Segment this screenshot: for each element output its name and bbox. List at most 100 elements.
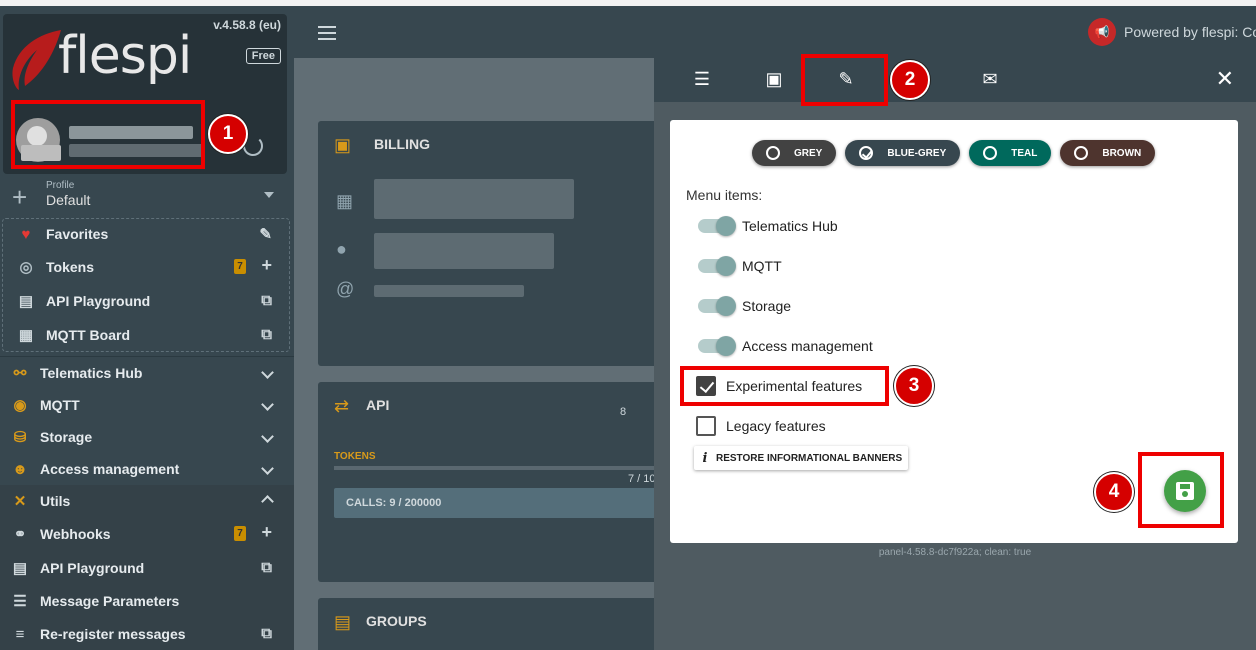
step-badge-2: 2: [890, 60, 930, 100]
sidebar-item-tokens[interactable]: ◎ Tokens 7 +: [0, 251, 294, 283]
open-external-icon[interactable]: ⧉: [261, 326, 272, 343]
sidebar-item-webhooks[interactable]: ⚭ Webhooks 7 +: [0, 518, 294, 550]
toggle-switch[interactable]: [698, 336, 736, 356]
menu-items-label: Menu items:: [686, 187, 763, 203]
theme-teal-button[interactable]: TEAL: [969, 140, 1052, 166]
tokens-progress: [334, 466, 664, 470]
email-icon: @: [336, 279, 355, 299]
sidebar-item-label: Tokens: [46, 259, 94, 275]
sidebar-item-label: Utils: [40, 493, 71, 509]
groups-title: GROUPS: [366, 613, 427, 629]
theme-blue-grey-button[interactable]: BLUE-GREY: [845, 140, 961, 166]
tab-account[interactable]: ☰: [664, 56, 740, 102]
groups-card: ▤ GROUPS: [318, 598, 658, 650]
sidebar-item-message-parameters[interactable]: ☰ Message Parameters: [0, 585, 294, 617]
add-webhook-icon[interactable]: +: [261, 522, 272, 543]
reregister-icon: ≡: [15, 625, 25, 643]
toggle-storage[interactable]: Storage: [698, 294, 791, 318]
toggle-switch[interactable]: [698, 256, 736, 276]
sidebar-item-mqtt-board[interactable]: ▦ MQTT Board ⧉: [0, 319, 294, 351]
annotation-box-1: [11, 100, 205, 169]
restore-banners-button[interactable]: i RESTORE INFORMATIONAL BANNERS: [694, 446, 909, 470]
chevron-down-icon[interactable]: [264, 192, 274, 198]
sidebar-item-label: Access management: [40, 461, 180, 477]
money-icon: ▣: [765, 68, 783, 89]
step-badge-4: 4: [1094, 472, 1134, 512]
checkbox-empty-icon[interactable]: [696, 416, 716, 436]
sidebar-section-utils[interactable]: ✕ Utils: [0, 485, 294, 517]
api-icon: ⇄: [334, 396, 350, 416]
mail-alert-icon: ✉: [982, 68, 998, 89]
sidebar-section-telematics-hub[interactable]: ⚯ Telematics Hub: [0, 357, 294, 389]
add-profile-icon[interactable]: +: [12, 184, 27, 210]
building-icon: ▦: [336, 191, 354, 211]
radio-icon: [983, 146, 998, 160]
toggle-mqtt[interactable]: MQTT: [698, 254, 782, 278]
chevron-up-icon[interactable]: [261, 492, 274, 510]
build-info: panel-4.58.8-dc7f922a; clean: true: [878, 547, 1032, 558]
sidebar-item-label: MQTT: [40, 397, 80, 413]
theme-label: BLUE-GREY: [887, 147, 947, 159]
theme-selector: GREY BLUE-GREY TEAL BROWN: [752, 140, 1156, 166]
sidebar-item-label: Message Parameters: [40, 593, 180, 609]
toggle-switch[interactable]: [698, 296, 736, 316]
legacy-features-checkbox[interactable]: Legacy features: [696, 414, 826, 438]
webhooks-count-badge: 7: [234, 526, 246, 541]
database-icon: ⛁: [13, 429, 27, 446]
profile-selector[interactable]: + Profile Default: [0, 178, 294, 218]
chevron-down-icon[interactable]: [261, 460, 274, 477]
api-card: ⇄ API 8 TOKENS 7 / 10 CALLS: 9 / 200000: [318, 382, 664, 582]
billing-title: BILLING: [374, 136, 430, 152]
sidebar-item-api-playground[interactable]: ▤ API Playground ⧉: [0, 285, 294, 317]
sidebar-item-reregister-messages[interactable]: ≡ Re-register messages ⧉: [0, 618, 294, 650]
plan-badge[interactable]: Free: [245, 48, 281, 64]
account-card-icon: ☰: [693, 68, 711, 89]
menu-icon[interactable]: [318, 26, 336, 40]
powered-text: Powered by flespi: Co: [1124, 24, 1256, 40]
info-icon: i: [702, 450, 708, 466]
sidebar-item-favorites[interactable]: ♥ Favorites ✎: [0, 218, 294, 250]
tokens-count: 7 / 10: [628, 473, 656, 485]
profile-value: Default: [46, 192, 91, 208]
users-icon: ☻: [12, 460, 28, 478]
toggle-access-management[interactable]: Access management: [698, 334, 873, 358]
theme-grey-button[interactable]: GREY: [752, 140, 837, 166]
api-title: API: [366, 397, 390, 413]
open-external-icon[interactable]: ⧉: [261, 292, 272, 309]
theme-brown-button[interactable]: BROWN: [1060, 140, 1156, 166]
toggle-switch[interactable]: [698, 216, 736, 236]
theme-label: GREY: [794, 147, 823, 159]
sidebar-section-access-management[interactable]: ☻ Access management: [0, 453, 294, 485]
tokens-count-badge: 7: [234, 259, 246, 274]
powered-by[interactable]: 📢 Powered by flespi: Co: [1088, 18, 1256, 46]
open-external-icon[interactable]: ⧉: [261, 559, 272, 576]
board-icon: ▦: [18, 327, 34, 344]
close-icon[interactable]: ✕: [1216, 66, 1234, 92]
theme-label: BROWN: [1102, 147, 1142, 159]
step-badge-1: 1: [208, 114, 248, 154]
fingerprint-icon: ◎: [19, 259, 33, 276]
sidebar-section-storage[interactable]: ⛁ Storage: [0, 421, 294, 453]
chevron-down-icon[interactable]: [261, 396, 274, 413]
toggle-label: Access management: [742, 338, 873, 354]
calls-bar: CALLS: 9 / 200000: [334, 488, 664, 518]
add-token-icon[interactable]: +: [261, 255, 272, 276]
api-side-number: 8: [620, 406, 627, 418]
logo-text: flespi: [58, 26, 192, 86]
toggle-telematics-hub[interactable]: Telematics Hub: [698, 214, 838, 238]
chevron-down-icon[interactable]: [261, 364, 274, 381]
tokens-label: TOKENS: [334, 451, 376, 462]
checkbox-label: Legacy features: [726, 418, 826, 434]
sidebar-item-label: MQTT Board: [46, 327, 130, 343]
sidebar-item-api-playground-utils[interactable]: ▤ API Playground ⧉: [0, 552, 294, 584]
tab-notifications[interactable]: ✉: [952, 56, 1028, 102]
sidebar-item-label: Re-register messages: [40, 626, 186, 642]
annotation-box-3: [680, 366, 889, 406]
toggle-label: Telematics Hub: [742, 218, 838, 234]
chevron-down-icon[interactable]: [261, 428, 274, 445]
edit-icon[interactable]: ✎: [259, 225, 272, 243]
sidebar-section-mqtt[interactable]: ◉ MQTT: [0, 389, 294, 421]
sidebar-item-label: Favorites: [46, 226, 109, 242]
flespi-logo-icon: [12, 30, 62, 90]
open-external-icon[interactable]: ⧉: [261, 625, 272, 642]
